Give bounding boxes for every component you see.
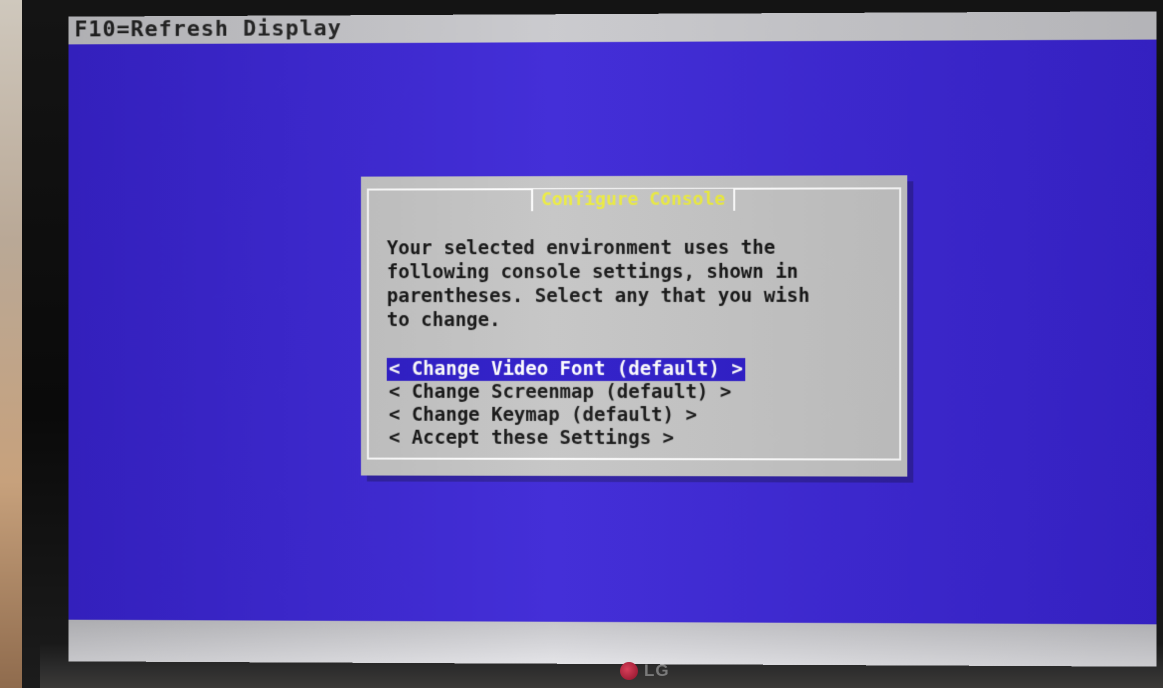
settings-menu: < Change Video Font (default) > < Change… bbox=[387, 358, 745, 450]
bottom-bar bbox=[69, 620, 1157, 667]
lg-logo: LG bbox=[620, 660, 670, 682]
console-screen: F10=Refresh Display Configure Console Yo… bbox=[69, 11, 1157, 666]
refresh-hint: F10=Refresh Display bbox=[74, 16, 341, 43]
lg-logo-icon bbox=[620, 662, 638, 680]
configure-console-dialog: Configure Console Your selected environm… bbox=[361, 175, 907, 476]
menu-item-change-keymap[interactable]: < Change Keymap (default) > bbox=[387, 404, 745, 427]
menu-item-change-video-font[interactable]: < Change Video Font (default) > bbox=[387, 358, 745, 381]
top-status-bar: F10=Refresh Display bbox=[69, 11, 1157, 44]
dialog-title: Configure Console bbox=[531, 189, 735, 211]
dialog-message: Your selected environment uses the follo… bbox=[387, 236, 887, 332]
brand-text: LG bbox=[644, 661, 670, 681]
menu-item-accept-settings[interactable]: < Accept these Settings > bbox=[387, 427, 745, 451]
menu-item-change-screenmap[interactable]: < Change Screenmap (default) > bbox=[387, 381, 745, 404]
